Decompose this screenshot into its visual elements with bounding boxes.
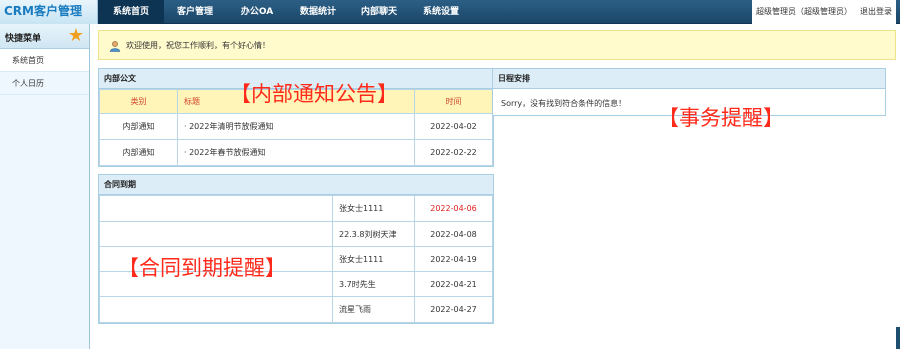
schedule-overlay-label: 【事务提醒】 [658, 106, 784, 130]
contract-customer[interactable]: 张女士1111 [332, 246, 415, 272]
contract-blank [99, 296, 333, 323]
contract-customer[interactable]: 流星飞雨 [332, 296, 415, 323]
scrollbar-thumb[interactable] [896, 327, 900, 349]
sidebar-item-home[interactable]: 系统首页 [0, 49, 89, 72]
user-icon [109, 41, 121, 52]
notice-title-link[interactable]: · 2022年清明节放假通知 [177, 113, 415, 140]
sidebar-header: 快捷菜单 ★ [0, 24, 89, 49]
contract-customer[interactable]: 张女士1111 [332, 195, 415, 222]
table-row: 22.3.8刘树天津 2022-04-08 [99, 221, 493, 247]
table-row: 内部通知 · 2022年春节放假通知 2022-02-22 [99, 139, 493, 166]
contract-date: 2022-04-19 [414, 246, 493, 272]
contract-blank [99, 221, 333, 247]
logout-link[interactable]: 退出登录 [860, 0, 892, 24]
contract-date: 2022-04-27 [414, 296, 493, 323]
nav-customers[interactable]: 客户管理 [164, 0, 226, 24]
contract-date: 2022-04-21 [414, 271, 493, 297]
contract-blank [99, 195, 333, 222]
contracts-panel: 合同到期 张女士1111 2022-04-06 22.3.8刘树天津 2022-… [98, 174, 494, 324]
welcome-text: 欢迎使用，祝您工作顺利，有个好心情！ [126, 41, 270, 50]
top-bar: CRM客户管理 系统首页 客户管理 办公OA 数据统计 内部聊天 系统设置 超级… [0, 0, 900, 24]
table-row: 张女士1111 2022-04-06 [99, 195, 493, 222]
col-type: 类别 [99, 89, 178, 114]
table-row: 流星飞雨 2022-04-27 [99, 296, 493, 323]
sidebar-title: 快捷菜单 [5, 34, 42, 44]
nav-chat[interactable]: 内部聊天 [348, 0, 410, 24]
notice-title-link[interactable]: · 2022年春节放假通知 [177, 139, 415, 166]
notice-time: 2022-04-02 [414, 113, 493, 140]
nav-statistics[interactable]: 数据统计 [288, 0, 348, 24]
current-user[interactable]: 超级管理员（超级管理员） [756, 0, 852, 24]
notice-type: 内部通知 [99, 139, 178, 166]
notice-time: 2022-02-22 [414, 139, 493, 166]
nav-office-oa[interactable]: 办公OA [226, 0, 288, 24]
col-time: 时间 [414, 89, 493, 114]
contract-date: 2022-04-06 [414, 195, 493, 222]
contract-date: 2022-04-08 [414, 221, 493, 247]
welcome-banner: 欢迎使用，祝您工作顺利，有个好心情！ [98, 30, 896, 60]
star-icon[interactable]: ★ [68, 26, 84, 46]
sidebar: 快捷菜单 ★ 系统首页 个人日历 [0, 24, 90, 349]
nav-home[interactable]: 系统首页 [98, 0, 164, 24]
notice-type: 内部通知 [99, 113, 178, 140]
main-nav: 系统首页 客户管理 办公OA 数据统计 内部聊天 系统设置 [98, 0, 472, 24]
table-row: 内部通知 · 2022年清明节放假通知 2022-04-02 [99, 113, 493, 140]
sidebar-item-calendar[interactable]: 个人日历 [0, 72, 89, 95]
nav-settings[interactable]: 系统设置 [410, 0, 472, 24]
schedule-title: 日程安排 [493, 69, 885, 89]
contracts-overlay-label: 【合同到期提醒】 [118, 256, 286, 280]
notices-overlay-label: 【内部通知公告】 [230, 82, 398, 106]
contract-customer[interactable]: 3.7时先生 [332, 271, 415, 297]
user-area: 超级管理员（超级管理员） 退出登录 [752, 0, 896, 24]
contracts-title: 合同到期 [99, 175, 493, 195]
app-brand: CRM客户管理 [0, 0, 98, 24]
contract-customer[interactable]: 22.3.8刘树天津 [332, 221, 415, 247]
